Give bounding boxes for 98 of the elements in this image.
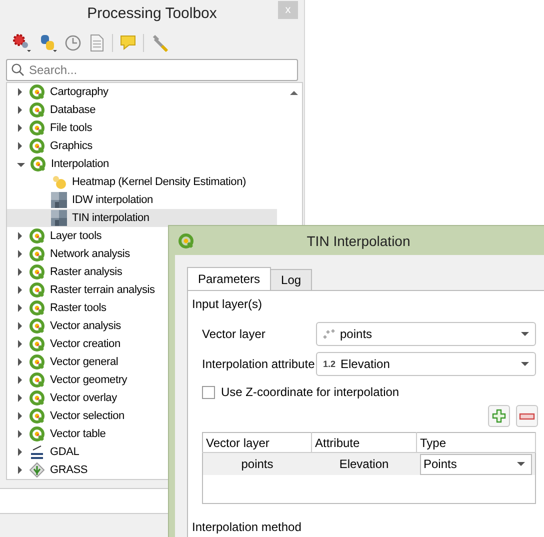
checkbox-label: Use Z-coordinate for interpolation <box>221 385 400 399</box>
qgis-q-icon <box>29 354 45 370</box>
dropdown-arrow-icon <box>517 462 525 466</box>
tree-item[interactable]: Vector general <box>7 353 118 371</box>
table-cell: points <box>202 452 312 475</box>
tab[interactable]: Log <box>270 269 312 290</box>
gears-icon <box>12 33 32 53</box>
qgis-q-icon <box>29 120 45 136</box>
table-cell: Elevation <box>312 452 416 475</box>
clock-icon <box>64 33 82 53</box>
tree-item[interactable]: GDAL <box>7 443 80 461</box>
field-label: Vector layer <box>202 327 266 341</box>
qgis-q-icon <box>29 408 45 424</box>
column-header: Attribute <box>312 432 416 452</box>
heatmap-icon <box>51 174 67 190</box>
expand-arrow-icon[interactable] <box>18 232 22 240</box>
wrench-icon <box>150 33 170 53</box>
search-field[interactable]: Search... <box>6 59 298 81</box>
section-label: Input layer(s) <box>192 297 264 311</box>
tree-item[interactable]: Interpolation <box>7 155 109 173</box>
qgis-q-icon <box>29 318 45 334</box>
raster-grid-icon <box>51 192 67 208</box>
points-layer-icon <box>323 328 335 340</box>
tree-item[interactable]: Layer tools <box>7 227 102 245</box>
panel-title: Processing Toolbox <box>87 4 217 22</box>
tree-item[interactable]: Raster terrain analysis <box>7 281 155 299</box>
gdal-icon <box>29 444 45 460</box>
expand-arrow-icon[interactable] <box>18 268 22 276</box>
tree-item[interactable]: File tools <box>7 119 92 137</box>
tree-item[interactable]: Vector creation <box>7 335 120 353</box>
qgis-q-icon <box>30 156 46 172</box>
qgis-q-icon <box>29 282 45 298</box>
expand-arrow-icon[interactable] <box>18 250 22 258</box>
qgis-q-icon <box>29 390 45 406</box>
qgis-q-icon <box>29 138 45 154</box>
tree-item[interactable]: Vector geometry <box>7 371 128 389</box>
document-icon <box>88 33 106 53</box>
tree-item[interactable]: Vector analysis <box>7 317 121 335</box>
qgis-q-icon <box>29 228 45 244</box>
attribute-dropdown[interactable]: 1.2 Elevation <box>316 352 536 376</box>
tree-item[interactable]: Graphics <box>7 137 92 155</box>
checkbox[interactable] <box>202 386 215 398</box>
expand-arrow-icon[interactable] <box>18 106 22 114</box>
expand-arrow-icon[interactable] <box>18 304 22 312</box>
tree-item[interactable]: IDW interpolation <box>7 191 153 209</box>
tree-item[interactable]: Network analysis <box>7 245 130 263</box>
tree-item[interactable]: Raster tools <box>7 299 106 317</box>
qgis-q-icon <box>29 102 45 118</box>
qgis-q-icon <box>29 426 45 442</box>
comment-icon <box>119 33 137 53</box>
section-label: Interpolation method <box>192 520 302 534</box>
expand-arrow-icon[interactable] <box>18 124 22 132</box>
tree-item[interactable]: Database <box>7 101 96 119</box>
qgis-q-icon <box>29 264 45 280</box>
qgis-q-icon <box>29 336 45 352</box>
plus-icon <box>492 409 506 423</box>
tree-item[interactable]: Vector selection <box>7 407 124 425</box>
expand-arrow-icon[interactable] <box>18 430 22 438</box>
vector-layer-dropdown[interactable]: points <box>316 322 536 346</box>
expand-arrow-icon[interactable] <box>18 376 22 384</box>
expand-arrow-icon[interactable] <box>18 466 22 474</box>
expand-arrow-icon[interactable] <box>18 142 22 150</box>
tree-item[interactable]: GRASS <box>7 461 88 479</box>
column-header: Type <box>416 432 536 452</box>
expand-arrow-icon[interactable] <box>18 286 22 294</box>
minus-icon <box>519 412 535 420</box>
grass-icon <box>29 462 45 478</box>
dropdown-arrow-icon <box>521 332 529 336</box>
qgis-q-icon <box>178 232 194 248</box>
add-button[interactable] <box>488 405 510 427</box>
script-icon <box>38 33 58 53</box>
qgis-q-icon <box>29 84 45 100</box>
remove-button[interactable] <box>516 405 538 427</box>
expand-arrow-icon[interactable] <box>18 448 22 456</box>
tree-item[interactable]: Raster analysis <box>7 263 122 281</box>
tree-item[interactable]: Vector overlay <box>7 389 117 407</box>
collapse-arrow-icon[interactable] <box>17 163 25 167</box>
qgis-q-icon <box>29 372 45 388</box>
qgis-q-icon <box>29 246 45 262</box>
qgis-q-icon <box>29 300 45 316</box>
tab[interactable]: Parameters <box>187 267 272 290</box>
expand-arrow-icon[interactable] <box>18 358 22 366</box>
tree-item[interactable]: Vector table <box>7 425 106 443</box>
dialog-title: TIN Interpolation <box>306 232 412 248</box>
dropdown-arrow-icon <box>521 362 529 366</box>
column-header: Vector layer <box>202 432 312 452</box>
expand-arrow-icon[interactable] <box>18 88 22 96</box>
tree-item[interactable]: Cartography <box>7 83 108 101</box>
tree-item[interactable]: TIN interpolation <box>7 209 277 227</box>
expand-arrow-icon[interactable] <box>18 394 22 402</box>
expand-arrow-icon[interactable] <box>18 340 22 348</box>
expand-arrow-icon[interactable] <box>18 412 22 420</box>
scroll-up-arrow-icon <box>288 90 298 96</box>
expand-arrow-icon[interactable] <box>18 322 22 330</box>
tree-item[interactable]: Heatmap (Kernel Density Estimation) <box>7 173 246 191</box>
field-label: Interpolation attribute <box>202 357 316 371</box>
raster-grid-icon <box>51 210 67 226</box>
type-dropdown[interactable]: Points <box>420 454 532 474</box>
